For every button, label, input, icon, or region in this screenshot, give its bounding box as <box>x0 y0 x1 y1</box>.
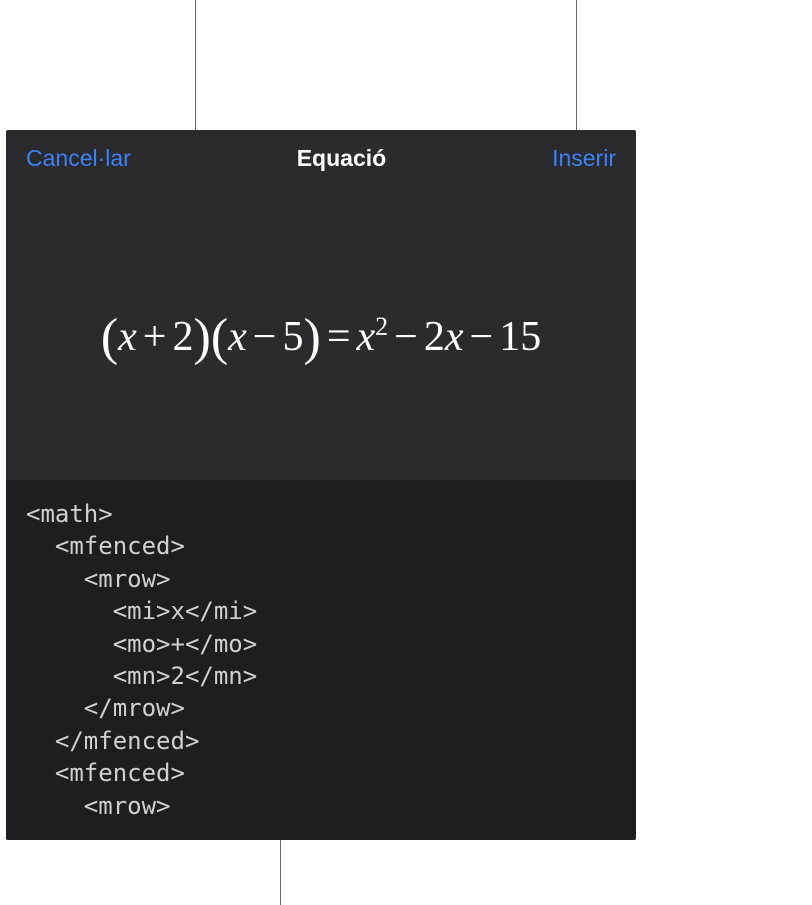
insert-button[interactable]: Inserir <box>552 145 616 172</box>
mathml-source: <math> <mfenced> <mrow> <mi>x</mi> <mo>+… <box>26 498 616 822</box>
eq-num: 2 <box>172 314 193 360</box>
eq-num: 5 <box>282 314 303 360</box>
eq-var: x <box>357 314 376 360</box>
dialog-title: Equació <box>297 145 386 172</box>
eq-var: x <box>228 314 247 360</box>
paren-close: ) <box>303 309 320 366</box>
cancel-button[interactable]: Cancel·lar <box>26 145 131 172</box>
paren-open: ( <box>211 309 228 366</box>
callout-line <box>280 840 281 905</box>
eq-op: + <box>137 314 173 360</box>
eq-op: − <box>247 314 283 360</box>
eq-exponent: 2 <box>375 312 388 341</box>
eq-num: 15 <box>499 314 541 360</box>
eq-var: x <box>445 314 464 360</box>
eq-var: x <box>118 314 137 360</box>
callout-line <box>576 0 577 132</box>
paren-open: ( <box>101 309 118 366</box>
equation-preview: (x+2)(x−5)=x2−2x−15 <box>6 186 636 480</box>
eq-op: − <box>464 314 500 360</box>
equation-dialog: Cancel·lar Equació Inserir (x+2)(x−5)=x2… <box>6 130 636 840</box>
eq-op: − <box>388 314 424 360</box>
eq-equals: = <box>321 314 357 360</box>
paren-close: ) <box>193 309 210 366</box>
eq-coef: 2 <box>424 314 445 360</box>
dialog-header: Cancel·lar Equació Inserir <box>6 130 636 186</box>
code-editor[interactable]: <math> <mfenced> <mrow> <mi>x</mi> <mo>+… <box>6 480 636 840</box>
rendered-equation: (x+2)(x−5)=x2−2x−15 <box>101 304 541 363</box>
